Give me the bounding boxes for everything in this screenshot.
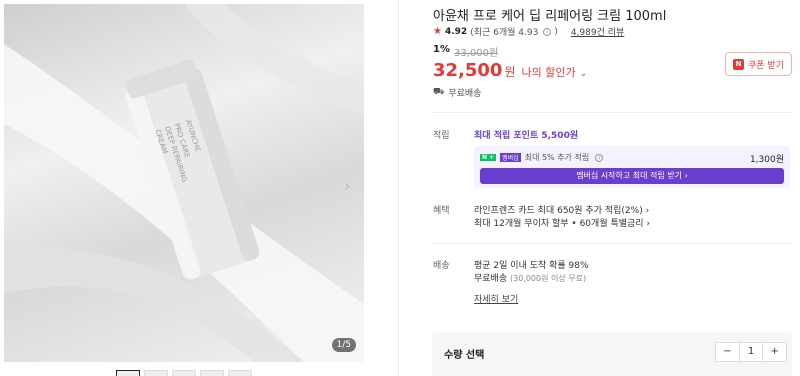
quantity-label: 수량 선택: [444, 350, 485, 361]
rating-recent: (최근 6개월 4.93: [470, 28, 539, 38]
discount-percent: 1%: [433, 44, 450, 55]
delivery-free-condition: (30,000원 이상 무료): [510, 274, 587, 283]
membership-badge: 멤버십: [500, 153, 521, 162]
card-benefit-text: 라인프렌즈 카드 최대 650원 추가 적립(2%): [474, 206, 643, 216]
thumbnail[interactable]: [144, 370, 168, 376]
rating-row: ★ 4.92 (최근 6개월 4.93 i ) 4,989건 리뷰: [433, 25, 624, 38]
product-image-gallery[interactable]: AYUNCHE PRO CARE DEEP REPAIRING CREAM › …: [4, 4, 364, 362]
delivery-label: 배송: [433, 261, 450, 271]
thumbnail[interactable]: [228, 370, 252, 376]
section-divider: [432, 243, 792, 244]
column-divider: [398, 0, 399, 376]
info-icon[interactable]: i: [595, 153, 604, 162]
chevron-right-icon: ›: [645, 206, 650, 216]
info-icon[interactable]: i: [543, 27, 552, 36]
arrival-text: 평균 2일 이내 도착 확률 98%: [474, 261, 589, 271]
delivery-detail-link[interactable]: 자세히 보기: [474, 292, 518, 305]
image-counter: 1/5: [331, 338, 356, 352]
section-divider: [432, 112, 792, 113]
chevron-right-icon: ›: [646, 219, 651, 229]
membership-amount: 1,300원: [749, 155, 784, 165]
product-title: 아윤채 프로 케어 딥 리페어링 크림 100ml: [433, 9, 667, 24]
delivery-free-text: 무료배송: [474, 274, 508, 284]
membership-start-button[interactable]: 멤버십 시작하고 최대 적립 받기 ›: [480, 168, 784, 184]
chevron-right-icon: ›: [684, 171, 688, 180]
review-count-link[interactable]: 4,989건 리뷰: [571, 25, 624, 38]
coupon-icon: N: [733, 58, 744, 70]
naver-plus-badge: N +: [480, 154, 497, 161]
star-icon: ★: [433, 26, 442, 37]
points-label: 적립: [433, 131, 450, 141]
thumbnail[interactable]: [116, 370, 140, 376]
max-points-link[interactable]: 최대 적립 포인트 5,500원: [474, 128, 578, 141]
chevron-down-icon[interactable]: ⌄: [580, 69, 588, 79]
quantity-section: 수량 선택 − 1 +: [432, 332, 792, 376]
plus-button[interactable]: +: [763, 343, 786, 361]
original-price: 33,000원: [453, 48, 499, 59]
delivery-free-row: 무료배송 (30,000원 이상 무료): [474, 271, 586, 284]
price-unit: 원: [504, 65, 516, 79]
quantity-stepper: − 1 +: [715, 342, 787, 362]
membership-info: N + 멤버십 최대 5% 추가 적립 i: [480, 152, 604, 163]
free-shipping-row: ⛟ 무료배송: [433, 86, 481, 99]
card-benefit-link[interactable]: 라인프렌즈 카드 최대 650원 추가 적립(2%) ›: [474, 203, 649, 216]
my-price-dropdown[interactable]: 나의 할인가: [522, 64, 576, 80]
minus-button[interactable]: −: [716, 343, 739, 361]
coupon-button[interactable]: N 쿠폰 받기: [725, 52, 792, 76]
product-image: AYUNCHE PRO CARE DEEP REPAIRING CREAM: [4, 4, 364, 362]
membership-extra-text: 최대 5% 추가 적립: [524, 153, 590, 162]
installment-text: 최대 12개월 무이자 할부 • 60개월 특별금리: [474, 219, 644, 229]
installment-benefit-link[interactable]: 최대 12개월 무이자 할부 • 60개월 특별금리 ›: [474, 216, 650, 229]
quantity-value[interactable]: 1: [738, 343, 764, 361]
coupon-label: 쿠폰 받기: [748, 60, 784, 71]
thumbnail[interactable]: [172, 370, 196, 376]
rating-recent-close: ): [554, 26, 558, 37]
sale-price: 32,500: [433, 60, 503, 81]
membership-box: N + 멤버십 최대 5% 추가 적립 i 1,300원 멤버십 시작하고 최대…: [474, 146, 790, 188]
membership-button-label: 멤버십 시작하고 최대 적립 받기: [576, 171, 683, 180]
price-row: 32,500 원 나의 할인가 ⌄: [433, 60, 587, 81]
rating-value: 4.92: [444, 26, 468, 37]
free-shipping-text: 무료배송: [448, 89, 482, 99]
thumbnail-strip: [116, 370, 252, 376]
discount-row: 1% 33,000원: [433, 44, 498, 59]
next-image-arrow-icon[interactable]: ›: [344, 176, 350, 195]
truck-icon: ⛟: [433, 87, 445, 97]
thumbnail[interactable]: [200, 370, 224, 376]
benefits-label: 혜택: [433, 206, 450, 216]
